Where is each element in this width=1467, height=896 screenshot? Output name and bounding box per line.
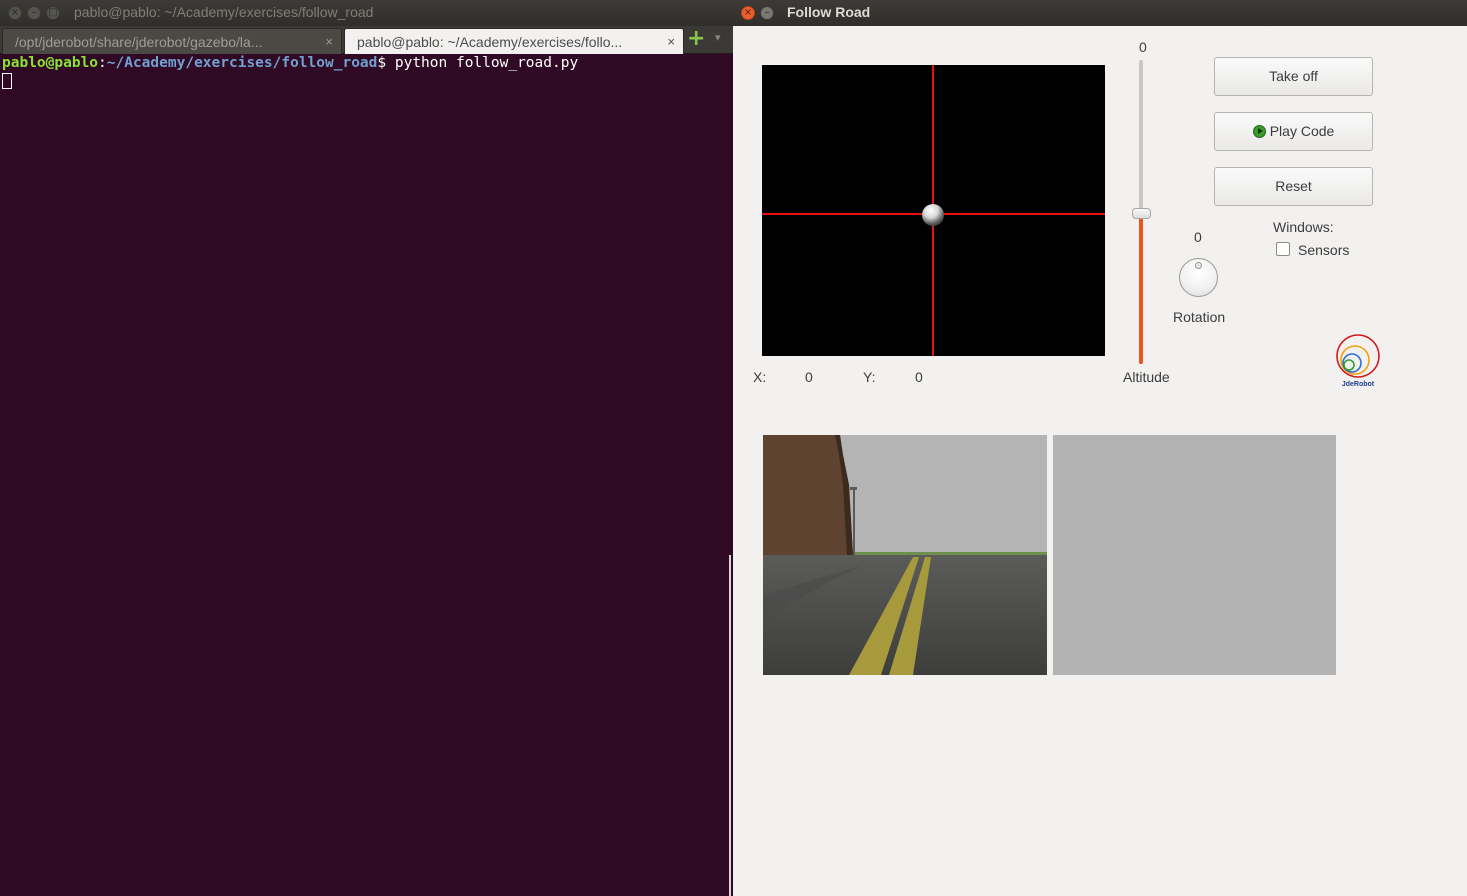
prompt-dollar: $ (377, 55, 395, 71)
altitude-label: Altitude (1123, 369, 1170, 385)
altitude-value: 0 (1139, 39, 1147, 55)
sensors-label[interactable]: Sensors (1298, 242, 1349, 258)
prompt-user: pablo@pablo (2, 55, 99, 71)
camera-view-bottom (1053, 435, 1336, 675)
terminal-titlebar: × – □ pablo@pablo: ~/Academy/exercises/f… (0, 0, 733, 26)
x-value: 0 (805, 369, 813, 385)
altitude-slider-fill (1139, 214, 1143, 364)
prompt-path: ~/Academy/exercises/follow_road (106, 55, 378, 71)
pad-handle[interactable] (922, 204, 944, 226)
terminal-tab-2[interactable]: pablo@pablo: ~/Academy/exercises/follo..… (344, 28, 684, 54)
road-scene-image (763, 435, 1047, 675)
camera-view-front (763, 435, 1047, 675)
jderobot-logo: JdeRobot (1334, 334, 1382, 392)
chevron-down-icon[interactable]: ▾ (715, 31, 721, 44)
terminal-tabbar: /opt/jderobot/share/jderobot/gazebo/la..… (0, 26, 733, 54)
close-icon[interactable]: × (325, 34, 333, 49)
follow-road-window: × – Follow Road X: 0 Y: 0 0 Altitude 0 R… (733, 0, 1467, 896)
terminal-close-icon[interactable]: × (8, 6, 22, 20)
play-code-label: Play Code (1269, 123, 1335, 139)
terminal-minimize-icon[interactable]: – (27, 6, 41, 20)
terminal-window: × – □ pablo@pablo: ~/Academy/exercises/f… (0, 0, 733, 896)
terminal-output[interactable]: pablo@pablo:~/Academy/exercises/follow_r… (2, 55, 730, 89)
take-off-button[interactable]: Take off (1214, 57, 1373, 96)
rotation-dial[interactable] (1179, 258, 1218, 297)
terminal-command: python follow_road.py (394, 55, 579, 71)
sensors-checkbox[interactable] (1276, 242, 1290, 256)
reset-button[interactable]: Reset (1214, 167, 1373, 206)
y-value: 0 (915, 369, 923, 385)
terminal-tab-2-label: pablo@pablo: ~/Academy/exercises/follo..… (357, 34, 623, 50)
play-icon (1252, 125, 1266, 138)
terminal-tab-1-label: /opt/jderobot/share/jderobot/gazebo/la..… (15, 34, 263, 50)
x-label: X: (753, 369, 767, 385)
windows-label: Windows: (1273, 219, 1334, 235)
terminal-cursor (2, 73, 12, 89)
terminal-command-line: pablo@pablo:~/Academy/exercises/follow_r… (2, 55, 730, 71)
rotation-value: 0 (1194, 229, 1202, 245)
jderobot-logo-icon: JdeRobot (1336, 334, 1380, 388)
y-label: Y: (863, 369, 876, 385)
app-titlebar: × – Follow Road (733, 0, 1467, 26)
xy-control-pad[interactable] (762, 65, 1105, 356)
close-icon[interactable]: × (667, 34, 675, 49)
rotation-label: Rotation (1173, 309, 1226, 325)
logo-text: JdeRobot (1342, 381, 1375, 388)
minimize-icon[interactable]: – (760, 6, 774, 20)
terminal-tab-1[interactable]: /opt/jderobot/share/jderobot/gazebo/la..… (2, 28, 342, 54)
app-title: Follow Road (787, 4, 871, 20)
add-tab-icon[interactable]: + (687, 28, 705, 50)
terminal-title: pablo@pablo: ~/Academy/exercises/follow_… (74, 4, 374, 20)
altitude-slider-handle[interactable] (1132, 208, 1151, 219)
terminal-maximize-icon[interactable]: □ (46, 6, 60, 20)
close-icon[interactable]: × (741, 6, 755, 20)
prompt-separator: : (98, 55, 107, 71)
dial-notch (1195, 262, 1202, 269)
play-code-button[interactable]: Play Code (1214, 112, 1373, 151)
